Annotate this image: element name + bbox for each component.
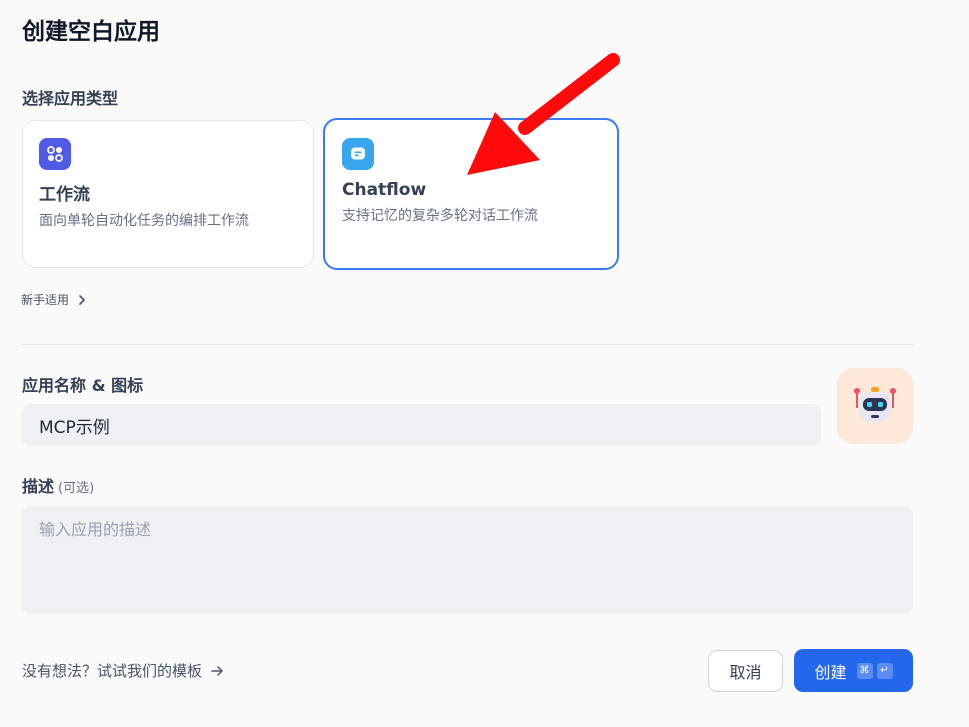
description-textarea[interactable] xyxy=(22,506,913,614)
page-title: 创建空白应用 xyxy=(22,19,160,45)
app-type-card-workflow[interactable]: 工作流 面向单轮自动化任务的编排工作流 xyxy=(22,120,314,268)
app-name-input[interactable] xyxy=(22,404,821,446)
app-type-label: 选择应用类型 xyxy=(22,89,119,108)
beginner-link[interactable]: 新手适用 xyxy=(21,291,87,308)
description-label: 描述 (可选) xyxy=(22,473,94,497)
card-description: 支持记忆的复杂多轮对话工作流 xyxy=(342,208,538,224)
chatflow-icon xyxy=(342,138,374,170)
cmd-key-icon: ⌘ xyxy=(856,662,873,679)
arrow-right-icon xyxy=(211,665,223,676)
description-label-text: 描述 xyxy=(22,477,55,496)
template-link-label: 没有想法？试试我们的模板 xyxy=(22,662,203,680)
optional-hint: (可选) xyxy=(58,481,95,496)
beginner-link-label: 新手适用 xyxy=(21,293,70,307)
annotation-arrow xyxy=(467,53,620,175)
app-icon-picker[interactable] xyxy=(837,368,913,444)
create-button-label: 创建 xyxy=(814,662,847,682)
card-title: 工作流 xyxy=(39,185,90,205)
robot-icon xyxy=(854,387,896,422)
app-type-card-chatflow[interactable]: Chatflow 支持记忆的复杂多轮对话工作流 xyxy=(323,118,619,270)
chevron-right-icon xyxy=(79,294,85,305)
template-link[interactable]: 没有想法？试试我们的模板 xyxy=(22,660,224,681)
app-name-label: 应用名称 & 图标 xyxy=(22,376,144,395)
card-description: 面向单轮自动化任务的编排工作流 xyxy=(39,213,249,229)
enter-key-icon: ↵ xyxy=(876,662,893,679)
section-divider xyxy=(22,344,913,345)
create-button[interactable]: 创建 ⌘ ↵ xyxy=(794,649,913,692)
workflow-icon xyxy=(39,138,71,170)
card-title: Chatflow xyxy=(342,180,427,200)
cancel-button[interactable]: 取消 xyxy=(708,650,783,692)
